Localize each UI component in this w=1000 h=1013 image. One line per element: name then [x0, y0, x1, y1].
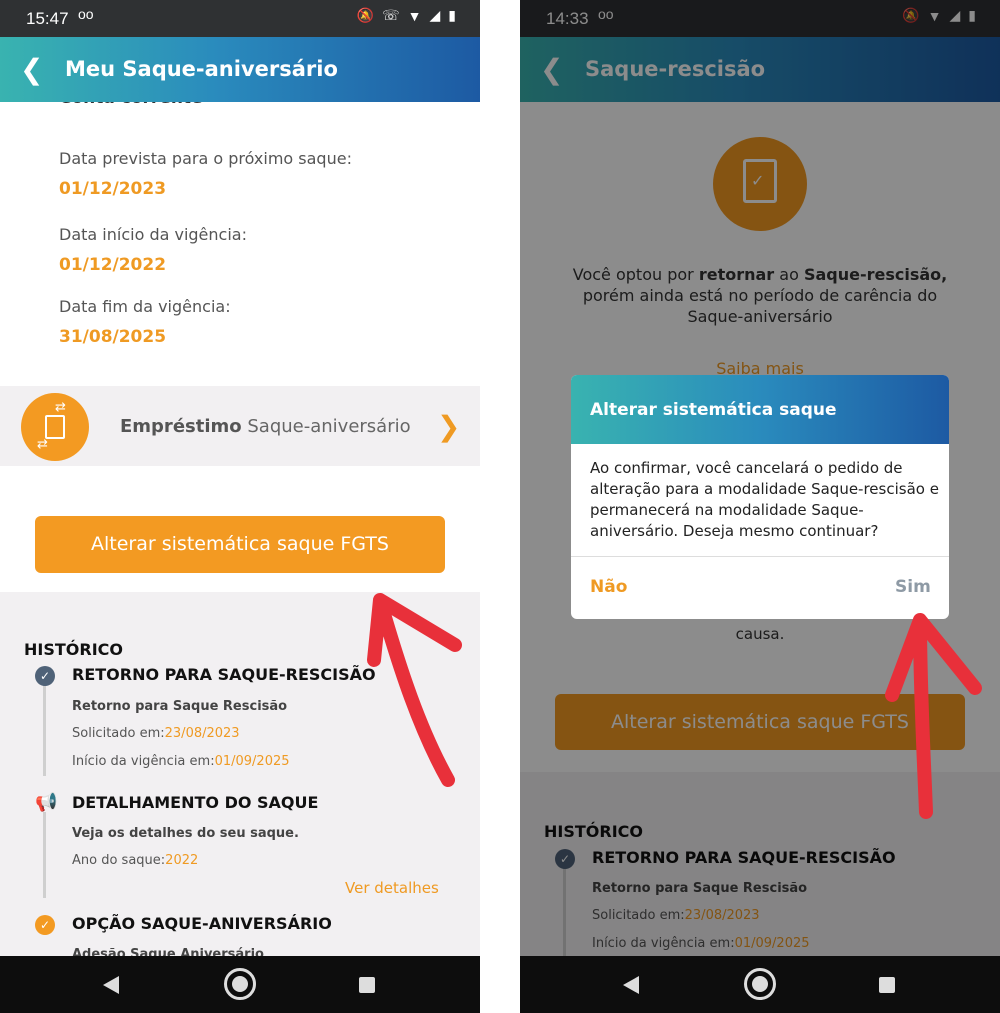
status-bar: 15:47 oo 🔕 ☏ ▼ ◢ ▮ — [0, 0, 480, 37]
red-arrow-annotation — [885, 613, 982, 819]
dialog-no-button[interactable]: Não — [590, 577, 627, 597]
vigencia-label: Início da vigência em: — [72, 754, 215, 769]
voicemail-icon: oo — [78, 6, 94, 22]
right-phone-screen: 14:33 oo 🔕 ▼ ◢ ▮ ❮ Saque-rescisão ✓ Você… — [520, 0, 1000, 1013]
validity-start-label: Data início da vigência: — [59, 225, 247, 244]
ano-value: 2022 — [165, 853, 199, 868]
timeline-line — [43, 812, 46, 898]
history-item-line1: Solicitado em:23/08/2023 — [72, 726, 240, 741]
solicitado-value: 23/08/2023 — [164, 726, 240, 741]
page-title: Meu Saque-aniversário — [65, 57, 338, 81]
dialog-message: Ao confirmar, você cancelará o pedido de… — [590, 459, 939, 540]
history-item-line1: Ano do saque:2022 — [72, 853, 198, 868]
solicitado-label: Solicitado em: — [72, 726, 165, 741]
red-arrow-annotation — [367, 593, 462, 787]
loan-calculator-icon: ⇄ ⇄ — [21, 393, 89, 461]
check-icon: ✓ — [35, 666, 55, 686]
dialog-header: Alterar sistemática saque — [571, 375, 949, 444]
signal-icon: ◢ — [429, 7, 441, 23]
wifi-icon: ▼ — [407, 7, 422, 24]
confirm-dialog: Alterar sistemática saque Ao confirmar, … — [571, 375, 949, 619]
alterar-sistematica-button[interactable]: Alterar sistemática saque FGTS — [35, 516, 445, 573]
history-item-title: RETORNO PARA SAQUE-RESCISÃO — [72, 665, 376, 684]
history-item-sub: Retorno para Saque Rescisão — [72, 699, 288, 714]
nav-recents-icon[interactable] — [879, 977, 895, 993]
emprestimo-rest: Saque-aniversário — [247, 416, 411, 437]
left-phone-screen: 15:47 oo 🔕 ☏ ▼ ◢ ▮ Conta corrente ❮ Meu … — [0, 0, 480, 1013]
history-item-sub: Veja os detalhes do seu saque. — [72, 826, 299, 841]
status-time: 15:47 — [26, 9, 69, 28]
validity-end-label: Data fim da vigência: — [59, 297, 231, 316]
mute-icon: 🔕 — [356, 7, 375, 23]
emprestimo-row[interactable]: ⇄ ⇄ Empréstimo Saque-aniversário ❯ — [0, 386, 480, 466]
back-arrow-icon[interactable]: ❮ — [20, 53, 43, 86]
history-item-title: OPÇÃO SAQUE-ANIVERSÁRIO — [72, 914, 332, 933]
battery-icon: ▮ — [448, 7, 456, 23]
history-item-line2: Início da vigência em:01/09/2025 — [72, 754, 290, 769]
emprestimo-bold: Empréstimo — [120, 416, 242, 437]
nav-back-icon[interactable] — [103, 976, 119, 994]
nav-home-icon[interactable] — [744, 968, 776, 1000]
status-icons: 🔕 ☏ ▼ ◢ ▮ — [357, 7, 456, 24]
history-item-title: DETALHAMENTO DO SAQUE — [72, 793, 319, 812]
android-nav-bar — [0, 956, 480, 1013]
emprestimo-label: Empréstimo Saque-aniversário — [120, 416, 411, 437]
historico-title: HISTÓRICO — [24, 640, 123, 659]
validity-start-value: 01/12/2022 — [59, 255, 167, 275]
dialog-title: Alterar sistemática saque — [590, 400, 837, 420]
megaphone-icon: 📢 — [35, 792, 58, 813]
validity-end-value: 31/08/2025 — [59, 327, 167, 347]
check-icon: ✓ — [35, 915, 55, 935]
next-withdraw-value: 01/12/2023 — [59, 179, 167, 199]
dialog-divider — [571, 556, 949, 557]
nav-home-icon[interactable] — [224, 968, 256, 1000]
vigencia-value: 01/09/2025 — [214, 754, 290, 769]
wifi-call-icon: ☏ — [382, 7, 400, 23]
android-nav-bar — [520, 956, 1000, 1013]
dialog-yes-button[interactable]: Sim — [895, 577, 931, 597]
ano-label: Ano do saque: — [72, 853, 166, 868]
timeline-line — [43, 684, 46, 776]
app-header: ❮ Meu Saque-aniversário — [0, 37, 480, 102]
chevron-right-icon: ❯ — [437, 410, 461, 443]
ver-detalhes-link[interactable]: Ver detalhes — [345, 879, 439, 897]
next-withdraw-label: Data prevista para o próximo saque: — [59, 149, 352, 168]
nav-back-icon[interactable] — [623, 976, 639, 994]
nav-recents-icon[interactable] — [359, 977, 375, 993]
